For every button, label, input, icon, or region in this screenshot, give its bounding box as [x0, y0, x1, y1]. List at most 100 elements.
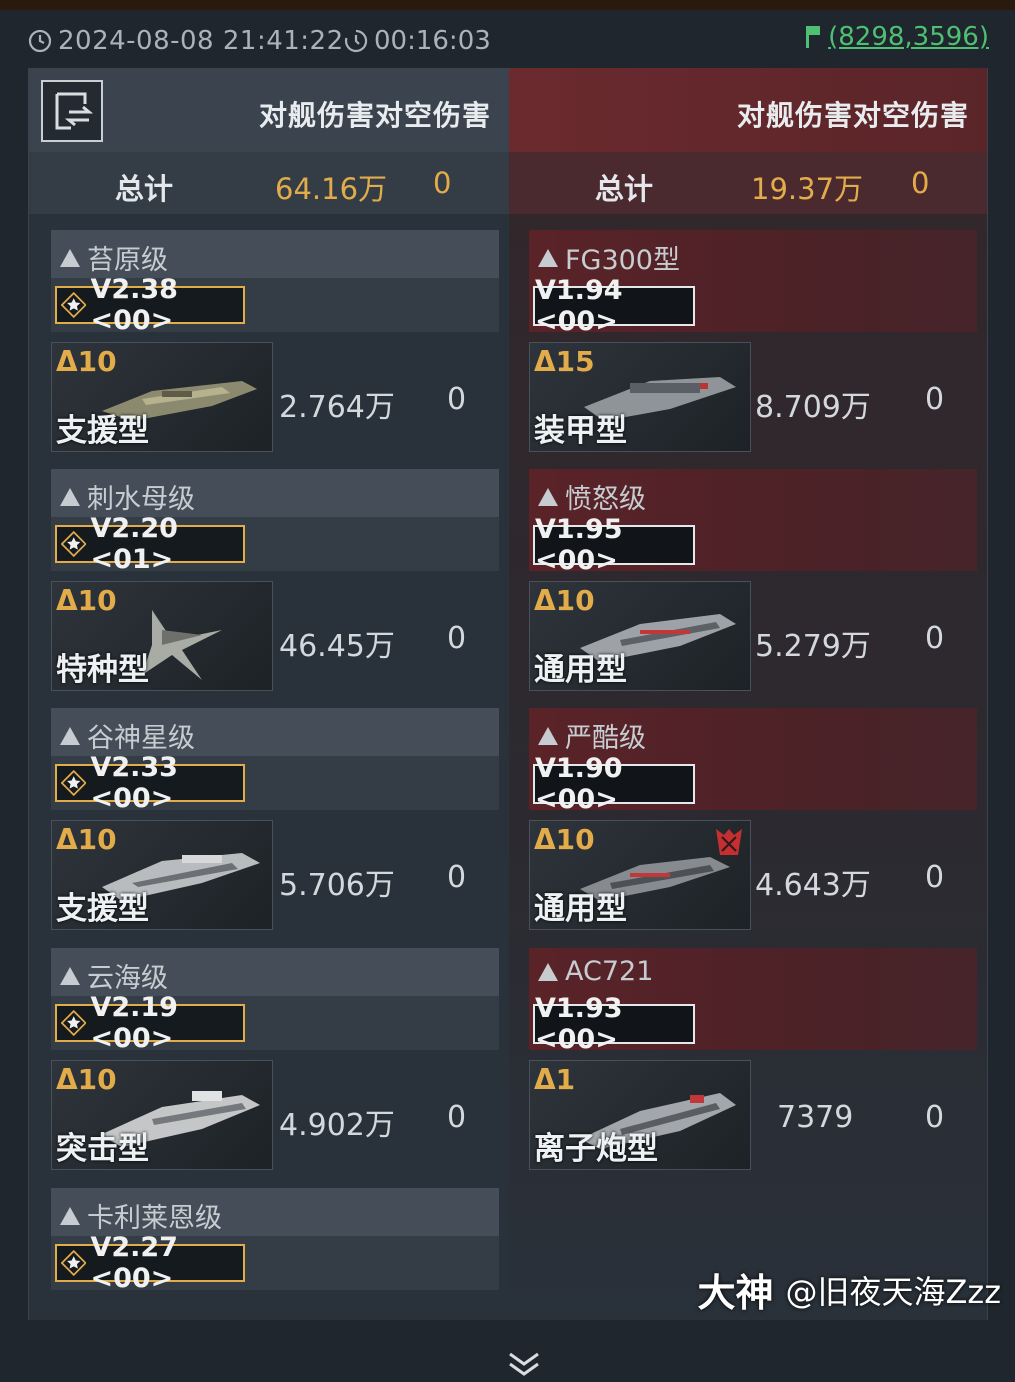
- ship-class: 严酷级: [537, 716, 646, 755]
- air-damage: 0: [925, 621, 945, 656]
- swap-icon: [55, 92, 94, 130]
- ally-entry[interactable]: 谷神星级 V2.33 <00> Δ10 支援型 5.706万 0: [51, 708, 499, 932]
- version-badge: V2.27 <00>: [55, 1232, 245, 1294]
- coordinates-link[interactable]: (8298,3596): [804, 22, 989, 52]
- ship-type: 通用型: [534, 652, 627, 688]
- triangle-icon: [60, 487, 80, 506]
- chevron-down-icon: [509, 1352, 539, 1376]
- air-damage: 0: [925, 382, 945, 417]
- air-damage: 0: [925, 860, 945, 895]
- ship-class: AC721: [537, 956, 653, 987]
- datetime-text: 2024-08-08 21:41:22: [58, 26, 344, 56]
- ship-type: 装甲型: [534, 413, 627, 449]
- ship-level: Δ10: [534, 584, 595, 617]
- version-badge: V1.90 <00>: [533, 753, 695, 815]
- enemy-total-row: 总计 19.37万 0: [509, 152, 987, 214]
- ally-entry[interactable]: 刺水母级 V2.20 <01> Δ10 特种型 46.45万 0: [51, 469, 499, 693]
- version-badge: V2.20 <01>: [55, 513, 245, 575]
- ship-card[interactable]: Δ1 离子炮型: [529, 1060, 751, 1170]
- ally-total-ship: 64.16万: [275, 172, 388, 206]
- ally-entry[interactable]: 卡利莱恩级 V2.27 <00>: [51, 1188, 499, 1294]
- enemy-entry[interactable]: 严酷级 V1.90 <00> Δ10 通用型 4.643万 0: [529, 708, 977, 932]
- enemy-header-title: 对舰伤害对空伤害: [737, 99, 970, 132]
- ship-level: Δ10: [56, 1063, 117, 1096]
- ship-card[interactable]: Δ10 特种型: [51, 581, 273, 691]
- triangle-icon: [60, 966, 80, 985]
- battle-timer: 00:16:03: [344, 26, 491, 56]
- enemy-total-air: 0: [911, 166, 930, 200]
- ship-damage: 46.45万: [279, 629, 395, 664]
- ship-damage: 7379: [777, 1100, 854, 1135]
- ship-type: 通用型: [534, 891, 627, 927]
- ship-type: 支援型: [56, 413, 149, 449]
- ship-card[interactable]: Δ10 支援型: [51, 820, 273, 930]
- watermark-user: @旧夜天海Zzz: [785, 1272, 1001, 1311]
- star-icon: [61, 769, 87, 797]
- ship-level: Δ10: [56, 584, 117, 617]
- ship-damage: 4.902万: [279, 1108, 395, 1143]
- star-icon: [61, 530, 87, 558]
- timer-text: 00:16:03: [374, 26, 491, 56]
- timer-icon: [344, 29, 368, 53]
- triangle-icon: [538, 487, 558, 506]
- switch-view-button[interactable]: [41, 80, 103, 142]
- air-damage: 0: [447, 860, 467, 895]
- ship-type: 突击型: [56, 1131, 149, 1167]
- ship-card[interactable]: Δ10 通用型: [529, 581, 751, 691]
- ship-class: 刺水母级: [59, 477, 195, 516]
- star-icon: [61, 1009, 87, 1037]
- enemy-total-label: 总计: [595, 172, 654, 206]
- air-damage: 0: [447, 382, 467, 417]
- datetime: 2024-08-08 21:41:22: [28, 26, 344, 56]
- watermark-brand: 大神: [697, 1271, 774, 1315]
- watermark: 大神 @旧夜天海Zzz: [697, 1262, 1001, 1317]
- triangle-icon: [60, 248, 80, 267]
- version-badge: V2.33 <00>: [55, 752, 245, 814]
- triangle-icon: [538, 726, 558, 745]
- triangle-icon: [60, 726, 80, 745]
- scroll-down-button[interactable]: [507, 1350, 541, 1382]
- enemy-entry[interactable]: AC721 V1.93 <00> Δ1 离子炮型 7379 0: [529, 948, 977, 1172]
- version-badge: V1.93 <00>: [533, 993, 695, 1055]
- ship-damage: 5.279万: [755, 629, 871, 664]
- ally-total-row: 总计 64.16万 0: [29, 152, 509, 214]
- clock-icon: [28, 29, 52, 53]
- ally-header-title: 对舰伤害对空伤害: [259, 99, 492, 132]
- ship-card[interactable]: Δ10 通用型: [529, 820, 751, 930]
- ship-class: 云海级: [59, 956, 168, 995]
- ship-type: 支援型: [56, 891, 149, 927]
- ship-damage: 5.706万: [279, 868, 395, 903]
- air-damage: 0: [925, 1100, 945, 1135]
- warning-badge-icon: [716, 829, 742, 855]
- ship-damage: 2.764万: [279, 390, 395, 425]
- ship-damage: 8.709万: [755, 390, 871, 425]
- ship-type: 离子炮型: [534, 1131, 658, 1167]
- ship-card[interactable]: Δ10 突击型: [51, 1060, 273, 1170]
- triangle-icon: [60, 1206, 80, 1225]
- triangle-icon: [538, 962, 558, 981]
- ally-total-label: 总计: [115, 172, 174, 206]
- enemy-entry[interactable]: 愤怒级 V1.95 <00> Δ10 通用型 5.279万 0: [529, 469, 977, 693]
- version-badge: V1.94 <00>: [533, 275, 695, 337]
- status-bar: 2024-08-08 21:41:22 00:16:03 (8298,3596): [0, 10, 1015, 68]
- ship-class: 卡利莱恩级: [59, 1196, 222, 1235]
- ally-header: 对舰伤害对空伤害: [29, 68, 509, 152]
- air-damage: 0: [447, 621, 467, 656]
- ship-class: 苔原级: [59, 238, 168, 277]
- star-icon: [61, 291, 87, 319]
- top-strip: [0, 0, 1015, 10]
- air-damage: 0: [447, 1100, 467, 1135]
- ship-card[interactable]: Δ15 装甲型: [529, 342, 751, 452]
- ally-entry[interactable]: 苔原级 V2.38 <00> Δ10 支援型 2.764万 0: [51, 230, 499, 454]
- version-badge: V2.38 <00>: [55, 274, 245, 336]
- enemy-entry[interactable]: FG300型 V1.94 <00> Δ15 装甲型 8.709万 0: [529, 230, 977, 454]
- star-icon: [61, 1249, 87, 1277]
- ally-entry[interactable]: 云海级 V2.19 <00> Δ10 突击型 4.902万 0: [51, 948, 499, 1172]
- ship-level: Δ15: [534, 345, 595, 378]
- ship-level: Δ10: [56, 345, 117, 378]
- flag-icon: [806, 26, 821, 48]
- ship-class: FG300型: [537, 238, 680, 277]
- ally-total-air: 0: [433, 166, 452, 200]
- battle-report-panel: 对舰伤害对空伤害 对舰伤害对空伤害 总计 64.16万 0 总计 19.37万 …: [28, 68, 988, 1376]
- ship-card[interactable]: Δ10 支援型: [51, 342, 273, 452]
